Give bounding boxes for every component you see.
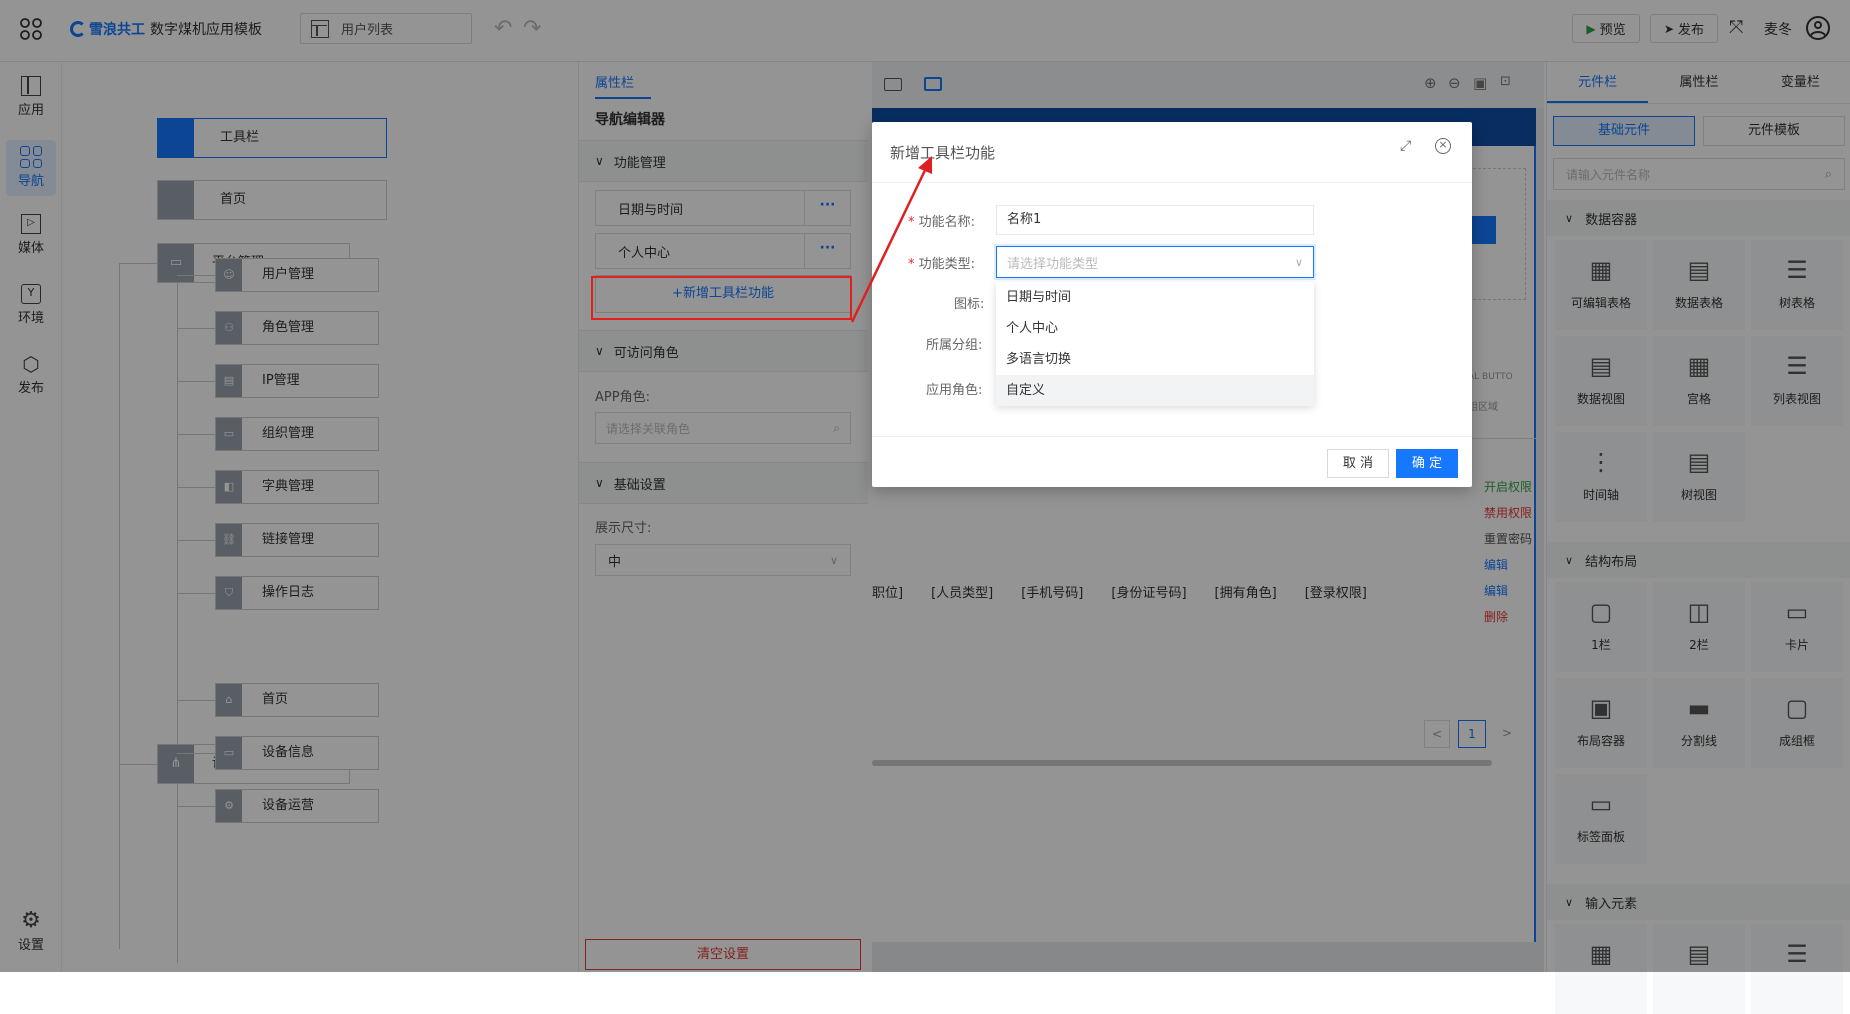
chevron-down-icon: ∨ bbox=[1294, 255, 1303, 269]
type-option[interactable]: 日期与时间 bbox=[996, 282, 1314, 313]
type-dropdown: 日期与时间 个人中心 多语言切换 自定义 bbox=[996, 282, 1314, 406]
group-label: 所属分组: bbox=[926, 338, 983, 353]
type-option[interactable]: 自定义 bbox=[996, 375, 1314, 406]
type-option[interactable]: 个人中心 bbox=[996, 313, 1314, 344]
type-select[interactable]: 请选择功能类型 ∨ bbox=[996, 246, 1314, 278]
annotation-arrow bbox=[850, 156, 932, 323]
ok-button[interactable]: 确 定 bbox=[1396, 449, 1458, 478]
cancel-button[interactable]: 取 消 bbox=[1327, 449, 1389, 478]
type-select-placeholder: 请选择功能类型 bbox=[1007, 256, 1099, 272]
dialog-footer-divider bbox=[872, 436, 1472, 437]
role-label: 应用角色: bbox=[926, 383, 983, 398]
close-icon[interactable]: × bbox=[1435, 138, 1451, 154]
annotation-highlight-box bbox=[591, 276, 852, 320]
name-input[interactable]: 名称1 bbox=[996, 205, 1314, 235]
maximize-icon[interactable]: ⤢ bbox=[1400, 138, 1411, 154]
add-toolbar-function-dialog: 新增工具栏功能 ⤢ × * 功能名称: 名称1 * 功能类型: 请选择功能类型 … bbox=[872, 122, 1472, 487]
dialog-header-divider bbox=[872, 182, 1472, 183]
type-option[interactable]: 多语言切换 bbox=[996, 344, 1314, 375]
icon-label: 图标: bbox=[954, 297, 985, 312]
